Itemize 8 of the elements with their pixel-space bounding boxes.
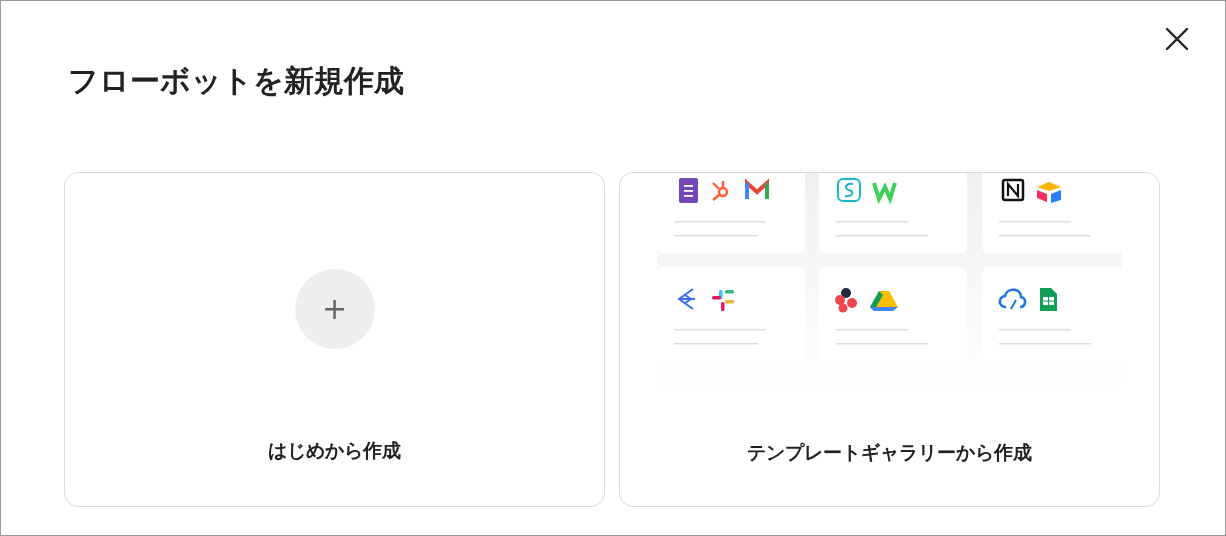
option-label: はじめから作成: [268, 438, 401, 463]
option-label: テンプレートギャラリーから作成: [747, 440, 1032, 465]
option-card[interactable]: テンプレートギャラリーから作成: [619, 172, 1160, 507]
close-button[interactable]: [1163, 25, 1191, 53]
plus-icon: +: [294, 269, 375, 349]
close-icon: [1165, 27, 1189, 51]
option-card[interactable]: + はじめから作成: [64, 172, 605, 507]
dialog-title: フローボットを新規作成: [68, 62, 404, 100]
